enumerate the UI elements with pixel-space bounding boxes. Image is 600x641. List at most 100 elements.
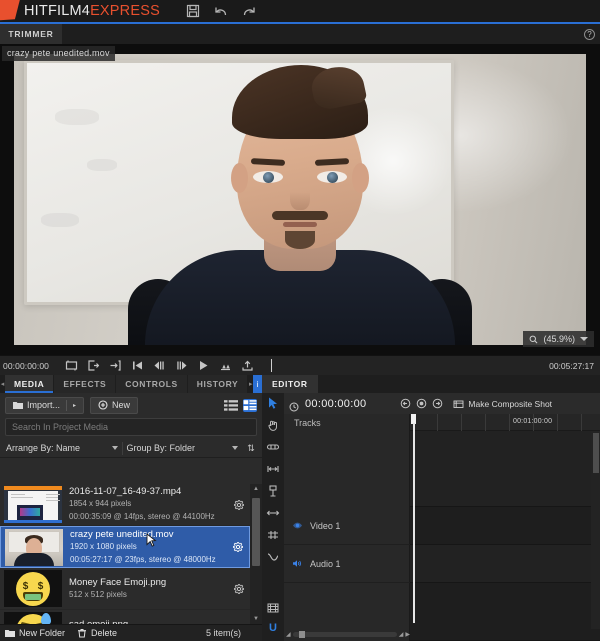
tracks-label: Tracks [294, 418, 321, 428]
table-row[interactable]: sad emoji.png 512 x 512 pixels [0, 610, 250, 624]
tab-controls[interactable]: CONTROLS [116, 375, 187, 393]
media-list[interactable]: 2016-11-07_16-49-37.mp4 1854 x 944 pixel… [0, 484, 250, 624]
make-composite-shot-label: Make Composite Shot [468, 398, 553, 409]
group-by-dropdown[interactable]: Group By: Folder [123, 440, 243, 456]
save-icon[interactable] [186, 4, 200, 18]
timeline-horizontal-scrollbar[interactable]: ◢ ◢ ▶ [286, 630, 410, 639]
tab-trimmer[interactable]: TRIMMER [0, 24, 62, 44]
media-item-resolution: 1920 x 1080 pixels [70, 541, 137, 551]
media-view-toggles [224, 398, 257, 412]
sort-order-icon[interactable]: ⇅ [242, 443, 260, 454]
scrollbar-thumb[interactable] [252, 498, 260, 566]
panel-info-icon[interactable]: i [253, 375, 262, 393]
slide-tool-icon[interactable] [266, 462, 280, 476]
trimmer-viewer[interactable]: crazy pete unedited.mov (45.9%) [0, 44, 600, 355]
app-title-part2: EXPRESS [90, 3, 160, 19]
search-icon [529, 335, 538, 344]
scrollbar-thumb[interactable] [298, 631, 305, 638]
list-view-icon[interactable] [224, 399, 238, 412]
play-icon[interactable] [197, 359, 210, 372]
media-item-name: crazy pete unedited.mov [70, 528, 174, 540]
rate-tool-icon[interactable] [266, 528, 280, 542]
help-icon[interactable]: ? [584, 29, 595, 40]
scroll-down-icon[interactable]: ▼ [250, 614, 262, 624]
previous-marker-icon[interactable] [400, 398, 411, 409]
media-item-meta: Money Face Emoji.png 512 x 512 pixels [69, 577, 227, 601]
next-marker-icon[interactable] [432, 398, 443, 409]
media-panel: Import... ▸ New Search In Project Media … [0, 393, 262, 641]
tab-media[interactable]: MEDIA [4, 375, 54, 393]
add-marker-icon[interactable] [416, 398, 427, 409]
scroll-up-icon[interactable]: ▲ [250, 484, 262, 494]
viewer-zoom-value: (45.9%) [543, 334, 575, 344]
table-row[interactable]: crazy pete unedited.mov 1920 x 1080 pixe… [0, 526, 250, 568]
title-bar: HITFILM4EXPRESS [0, 0, 600, 22]
new-button[interactable]: New [90, 396, 139, 414]
scrollbar-thumb[interactable] [593, 433, 599, 473]
scrollbar-track[interactable] [292, 631, 397, 638]
new-folder-button[interactable]: New Folder [5, 628, 65, 638]
media-thumbnail [5, 528, 63, 566]
delete-button[interactable]: Delete [77, 628, 117, 638]
app-logo-icon [0, 0, 22, 22]
timeline-ruler[interactable]: 00:01:00:00 [410, 414, 600, 431]
speaker-icon[interactable] [292, 558, 303, 569]
delete-label: Delete [91, 628, 118, 638]
slip-tool-icon[interactable] [266, 440, 280, 454]
track-header-video-1[interactable]: Video 1 [284, 507, 410, 545]
media-item-name: Money Face Emoji.png [69, 576, 167, 588]
timeline-vertical-scrollbar[interactable] [591, 431, 600, 629]
tab-editor[interactable]: EDITOR [262, 375, 318, 393]
stretch-tool-icon[interactable] [266, 506, 280, 520]
hand-tool-icon[interactable] [266, 418, 280, 432]
media-search-row [0, 417, 262, 439]
tab-history[interactable]: HISTORY [187, 375, 248, 393]
search-input[interactable] [5, 418, 257, 436]
magnet-icon[interactable]: U [266, 621, 280, 635]
transport-current-timecode[interactable]: 00:00:00:00 [0, 361, 49, 371]
eye-icon[interactable] [292, 520, 303, 531]
razor-tool-icon[interactable] [266, 484, 280, 498]
scroll-right-icon[interactable]: ▶ [405, 631, 410, 638]
editor-tab-bar: EDITOR [262, 375, 600, 393]
curve-tool-icon[interactable] [266, 550, 280, 564]
go-to-start-icon[interactable] [131, 359, 144, 372]
ripple-icon[interactable] [219, 359, 232, 372]
make-composite-shot-button[interactable]: Make Composite Shot [453, 399, 552, 409]
gear-icon[interactable] [233, 542, 243, 552]
chevron-down-icon[interactable] [580, 337, 588, 341]
tab-effects[interactable]: EFFECTS [54, 375, 116, 393]
timeline-timecode[interactable]: 00:00:00:00 [305, 398, 366, 410]
media-scrollbar[interactable]: ▲ ▼ [250, 484, 262, 624]
select-tool-icon[interactable] [266, 396, 280, 410]
import-button[interactable]: Import... ▸ [5, 396, 85, 414]
gear-icon[interactable] [234, 583, 244, 594]
loop-icon[interactable] [65, 359, 78, 372]
arrange-by-dropdown[interactable]: Arrange By: Name [2, 440, 122, 456]
undo-icon[interactable] [214, 4, 228, 18]
step-forward-icon[interactable] [175, 359, 188, 372]
detail-view-icon[interactable] [243, 398, 257, 412]
viewer-zoom-control[interactable]: (45.9%) [523, 331, 594, 347]
table-row[interactable]: 2016-11-07_16-49-37.mp4 1854 x 944 pixel… [0, 484, 250, 526]
zoom-in-icon[interactable]: ◢ [399, 631, 404, 638]
video-preview [14, 54, 586, 345]
folder-icon [5, 628, 15, 638]
gear-icon[interactable] [234, 499, 244, 510]
timeline-body[interactable] [410, 431, 600, 641]
export-icon[interactable] [241, 359, 254, 372]
playhead[interactable] [413, 423, 415, 623]
set-in-point-icon[interactable] [109, 359, 122, 372]
redo-icon[interactable] [242, 4, 256, 18]
set-out-point-icon[interactable] [87, 359, 100, 372]
group-by-value: Group By: Folder [126, 443, 196, 453]
zoom-out-icon[interactable]: ◢ [286, 631, 291, 638]
trash-icon [77, 628, 87, 638]
transport-duration-timecode: 00:05:27:17 [549, 360, 594, 371]
filmstrip-icon[interactable] [266, 601, 280, 615]
import-dropdown-icon[interactable]: ▸ [73, 402, 76, 409]
table-row[interactable]: $ $ Money Face Emoji.png 512 x 512 pixels [0, 568, 250, 610]
step-back-icon[interactable] [153, 359, 166, 372]
scrollbar-track[interactable] [250, 494, 262, 614]
track-header-audio-1[interactable]: Audio 1 [284, 545, 410, 583]
